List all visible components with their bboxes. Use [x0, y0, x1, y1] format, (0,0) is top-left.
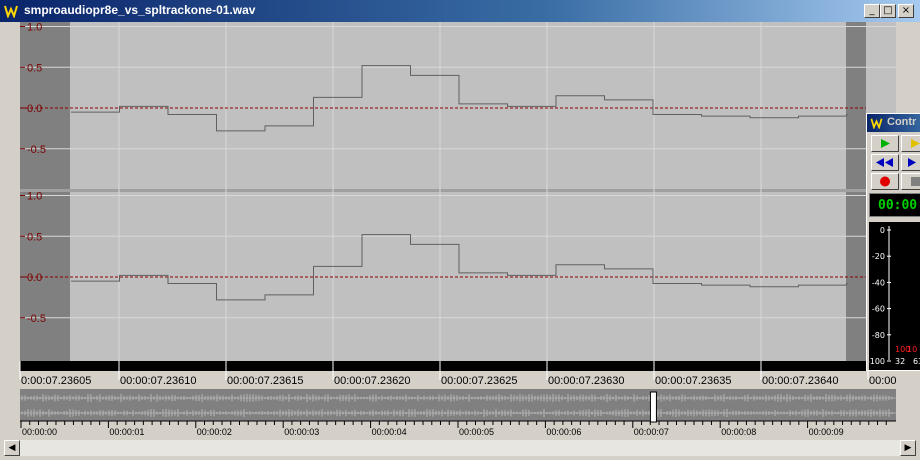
- time-tick-label: 00:00:07.23615: [227, 375, 303, 387]
- time-tick-label: 00:00:07.23630: [548, 375, 624, 387]
- meter-scale-label: -60: [872, 305, 885, 314]
- overview-tick-label: 00:00:06: [546, 427, 581, 437]
- scroll-left-button[interactable]: ◀: [4, 440, 20, 456]
- time-tick-label: 00:00: [869, 375, 897, 387]
- rewind-icon: [876, 158, 893, 167]
- y-axis-label: 0.5: [27, 62, 42, 74]
- y-axis-label: 0.0: [27, 103, 42, 115]
- time-tick-label: 00:00:07.23625: [441, 375, 517, 387]
- meter-bottom-label: 32: [895, 357, 905, 366]
- level-meter: 0-20-40-60-80-100100103263: [867, 222, 920, 370]
- y-axis-label: 0.5: [27, 231, 42, 243]
- y-axis-label: -0.5: [27, 144, 46, 156]
- stop-button[interactable]: [901, 173, 920, 190]
- title-bar[interactable]: smproaudiopr8e_vs_spltrackone-01.wav _ □…: [0, 0, 920, 22]
- y-axis-label: 1.0: [27, 22, 42, 34]
- control-window[interactable]: Contr 00:00:0 0-20-40-60-80-100100103263: [866, 113, 920, 371]
- meter-peak-label: 10: [907, 345, 917, 354]
- app-logo-icon: [4, 4, 18, 18]
- overview-tick-label: 00:00:04: [372, 427, 407, 437]
- time-tick-label: 00:00:07.23635: [655, 375, 731, 387]
- y-axis-label: -0.5: [27, 313, 46, 325]
- meter-scale-label: 0: [880, 226, 885, 235]
- time-tick-label: 00:00:07.23610: [120, 375, 196, 387]
- time-readout: 00:00:0: [878, 198, 920, 213]
- waveform-view[interactable]: 1.0 0.5 0.0 -0.5 1.0 0.5 0.0 -0.5 0:00:07.23605…: [0, 22, 920, 440]
- y-axis-label: 0.0: [27, 272, 42, 284]
- overview-tick-label: 00:00:09: [809, 427, 844, 437]
- overview-position-cursor[interactable]: [649, 391, 657, 423]
- scroll-right-button[interactable]: ▶: [900, 440, 916, 456]
- play-yellow-icon: [911, 139, 920, 148]
- channel-separator: [20, 189, 896, 192]
- overview-tick-label: 00:00:00: [22, 427, 57, 437]
- time-tick-label: 00:00:07.23640: [762, 375, 838, 387]
- time-tick-label: 0:00:07.23605: [21, 375, 91, 387]
- timeline-bar: [20, 361, 896, 371]
- close-button[interactable]: ×: [898, 4, 914, 18]
- meter-scale-label: -20: [872, 252, 885, 261]
- meter-scale-label: -80: [872, 331, 885, 340]
- play-button[interactable]: [871, 135, 899, 152]
- overview-tick-label: 00:00:05: [459, 427, 494, 437]
- minimize-button[interactable]: _: [864, 4, 880, 18]
- y-axis-label: 1.0: [27, 191, 42, 203]
- meter-scale-label: -40: [872, 278, 885, 287]
- app-logo-icon: [870, 118, 883, 129]
- forward-icon: [908, 158, 916, 167]
- maximize-button[interactable]: □: [880, 4, 896, 18]
- time-display: 00:00:0: [869, 193, 920, 217]
- meter-bottom-label: 63: [913, 357, 920, 366]
- control-title: Contr: [887, 116, 917, 128]
- window-title: smproaudiopr8e_vs_spltrackone-01.wav: [24, 3, 256, 17]
- play-icon: [881, 139, 890, 148]
- control-title-bar[interactable]: Contr: [867, 114, 920, 132]
- record-button[interactable]: [871, 173, 899, 190]
- overview-tick-label: 00:00:02: [197, 427, 232, 437]
- play-loop-button[interactable]: [901, 135, 920, 152]
- forward-button[interactable]: [901, 154, 920, 171]
- overview-tick-label: 00:00:08: [721, 427, 756, 437]
- meter-scale-label: -100: [869, 357, 885, 366]
- rewind-button[interactable]: [871, 154, 899, 171]
- stop-icon: [911, 177, 920, 186]
- overview-tick-label: 00:00:03: [284, 427, 319, 437]
- horizontal-scrollbar[interactable]: ◀ ▶: [4, 440, 916, 456]
- overview-tick-label: 00:00:01: [109, 427, 144, 437]
- overview-tick-label: 00:00:07: [634, 427, 669, 437]
- overview-ticks: 00:00:00 00:00:01 00:00:02 00:00:03 00:00:04…: [20, 420, 896, 437]
- time-tick-label: 00:00:07.23620: [334, 375, 410, 387]
- record-icon: [880, 176, 890, 187]
